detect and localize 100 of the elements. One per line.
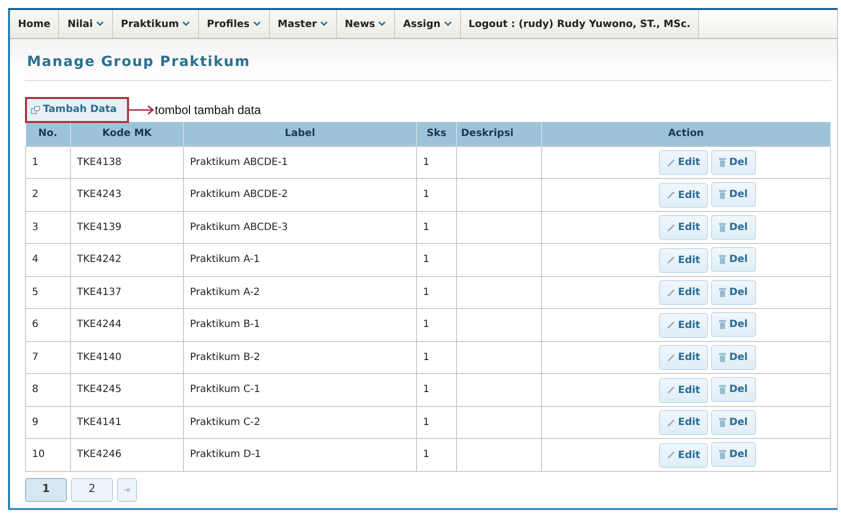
pencil-icon xyxy=(667,451,675,459)
table-cell: TKE4141 xyxy=(70,406,184,438)
table-cell: 1 xyxy=(416,406,456,438)
edit-button[interactable]: Edit xyxy=(659,150,708,175)
pencil-icon xyxy=(667,224,675,232)
table-cell: Praktikum C-1 xyxy=(184,374,416,406)
nav-item[interactable]: Praktikum xyxy=(112,10,199,38)
column-header: Deskripsi xyxy=(456,122,542,146)
table-cell: 1 xyxy=(416,276,456,308)
edit-button[interactable]: Edit xyxy=(659,410,708,435)
edit-button[interactable]: Edit xyxy=(659,442,708,468)
delete-button[interactable]: Del xyxy=(711,442,756,467)
table-cell: Praktikum B-2 xyxy=(184,341,416,374)
nav-item[interactable]: Logout : (rudy) Rudy Yuwono, ST., MSc. xyxy=(460,10,700,38)
last-page-icon xyxy=(124,486,130,492)
table-cell: 1 xyxy=(416,341,456,374)
table-cell: 1 xyxy=(26,146,70,178)
page-button[interactable]: 2 xyxy=(71,478,113,502)
table-cell: 1 xyxy=(416,211,456,244)
table-cell: 1 xyxy=(416,244,456,276)
edit-button[interactable]: Edit xyxy=(659,280,708,305)
column-header: No. xyxy=(26,122,70,146)
table-cell: 9 xyxy=(26,406,70,438)
add-data-button[interactable]: Tambah Data xyxy=(25,96,129,122)
table-cell: Praktikum ABCDE-2 xyxy=(184,178,416,211)
table-cell: Praktikum ABCDE-1 xyxy=(184,146,416,178)
table-cell: 5 xyxy=(26,276,70,308)
table-cell: 1 xyxy=(416,146,456,178)
table-cell: Praktikum ABCDE-3 xyxy=(184,211,416,244)
delete-button[interactable]: Del xyxy=(711,214,756,240)
table-cell: 1 xyxy=(416,374,456,406)
column-header: Action xyxy=(542,122,830,146)
table-cell: TKE4138 xyxy=(70,146,184,178)
last-page-button[interactable] xyxy=(117,478,137,502)
edit-button[interactable]: Edit xyxy=(659,312,708,338)
trash-icon xyxy=(719,352,726,362)
pencil-icon xyxy=(667,386,675,394)
table-cell: Praktikum D-1 xyxy=(184,438,416,471)
pencil-icon xyxy=(667,256,675,264)
trash-icon xyxy=(719,158,726,166)
column-header: Kode MK xyxy=(70,122,184,146)
trash-icon xyxy=(719,288,726,296)
pencil-icon xyxy=(667,321,675,329)
nav-item[interactable]: Profiles xyxy=(198,10,270,38)
table-cell: TKE4243 xyxy=(70,178,184,211)
edit-button[interactable]: Edit xyxy=(659,215,708,240)
table-cell: 10 xyxy=(26,438,70,471)
arrow-icon xyxy=(128,104,155,114)
table-cell: Praktikum A-1 xyxy=(184,244,416,276)
nav-item[interactable]: Master xyxy=(270,10,337,38)
page-button[interactable]: 1 xyxy=(25,478,67,502)
delete-button[interactable]: Del xyxy=(711,312,756,337)
edit-button[interactable]: Edit xyxy=(659,248,708,272)
delete-button[interactable]: Del xyxy=(711,410,756,434)
column-header: Label xyxy=(184,122,416,146)
table-cell: 2 xyxy=(26,178,70,211)
pencil-icon xyxy=(667,191,675,199)
table-cell: 1 xyxy=(416,178,456,211)
table-cell: TKE4246 xyxy=(70,438,184,471)
table-cell: Praktikum C-2 xyxy=(184,406,416,438)
table-cell: 3 xyxy=(26,211,70,244)
table-cell: 7 xyxy=(26,341,70,374)
nav-item[interactable]: Nilai xyxy=(59,10,113,38)
nav-item[interactable]: Home xyxy=(10,10,60,38)
window-icon xyxy=(31,106,40,114)
delete-button[interactable]: Del xyxy=(711,377,756,402)
edit-button[interactable]: Edit xyxy=(659,182,708,208)
delete-button[interactable]: Del xyxy=(711,182,756,207)
table-cell: TKE4242 xyxy=(70,244,184,276)
pencil-icon xyxy=(667,354,675,362)
table-cell: 8 xyxy=(26,374,70,406)
edit-button[interactable]: Edit xyxy=(659,378,708,402)
column-header: Sks xyxy=(416,122,456,146)
delete-button[interactable]: Del xyxy=(711,344,756,370)
table-cell: Praktikum A-2 xyxy=(184,276,416,308)
table-cell: TKE4139 xyxy=(70,211,184,244)
nav-item[interactable]: News xyxy=(336,10,396,38)
table-cell: TKE4140 xyxy=(70,341,184,374)
trash-icon xyxy=(719,190,726,199)
delete-button[interactable]: Del xyxy=(711,280,756,304)
trash-icon xyxy=(719,320,726,329)
table-cell: TKE4137 xyxy=(70,276,184,308)
pencil-icon xyxy=(667,288,675,296)
pencil-icon xyxy=(667,418,675,426)
delete-button[interactable]: Del xyxy=(711,247,756,272)
table-cell: Praktikum B-1 xyxy=(184,308,416,341)
trash-icon xyxy=(719,450,726,459)
trash-icon xyxy=(719,385,726,394)
trash-icon xyxy=(719,255,726,264)
page-title: Manage Group Praktikum xyxy=(27,53,250,72)
table-cell: TKE4244 xyxy=(70,308,184,341)
table-cell: TKE4245 xyxy=(70,374,184,406)
trash-icon xyxy=(719,418,726,426)
delete-button[interactable]: Del xyxy=(711,150,756,174)
table-cell: 4 xyxy=(26,244,70,276)
edit-button[interactable]: Edit xyxy=(659,345,708,370)
nav-item[interactable]: Assign xyxy=(395,10,460,38)
annotation-text: tombol tambah data xyxy=(154,102,261,118)
table-cell: 1 xyxy=(416,438,456,471)
table-cell: 6 xyxy=(26,308,70,341)
